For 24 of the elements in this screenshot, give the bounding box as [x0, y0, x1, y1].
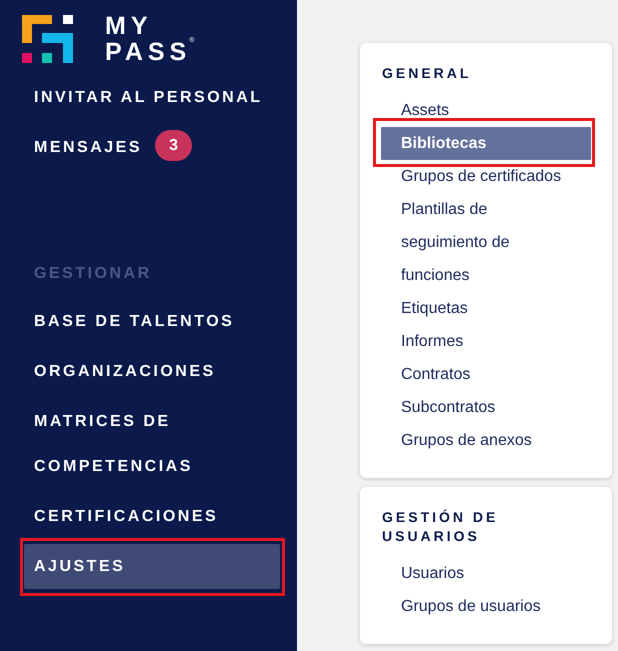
nav-item[interactable]: CERTIFICACIONES: [24, 494, 280, 539]
nav-item[interactable]: AJUSTES: [24, 544, 280, 589]
menu-item[interactable]: Subcontratos: [381, 391, 591, 424]
menu-item[interactable]: Usuarios: [381, 557, 591, 590]
menu-item[interactable]: Grupos de anexos: [381, 424, 591, 457]
menu-item[interactable]: Informes: [381, 325, 591, 358]
logo-wordmark: MY PASS$^{®}$: [105, 13, 194, 65]
menu-item[interactable]: Assets: [381, 94, 591, 127]
menu-item[interactable]: Contratos: [381, 358, 591, 391]
nav-item[interactable]: BASE DE TALENTOS: [24, 299, 280, 344]
section-heading: GESTIONAR: [33, 264, 153, 284]
menu-item[interactable]: Bibliotecas: [381, 127, 591, 160]
logo-icon: [22, 15, 73, 63]
menu-item[interactable]: Grupos de usuarios: [381, 590, 591, 623]
menu-item[interactable]: Grupos de certificados: [381, 160, 591, 193]
group-heading: GENERAL: [381, 64, 472, 83]
nav-item[interactable]: INVITAR AL PERSONAL: [24, 75, 280, 120]
nav-item[interactable]: MATRICES DE COMPETENCIAS: [24, 399, 280, 489]
nav-item[interactable]: MENSAJES 3: [24, 125, 280, 170]
group-heading: GESTIÓN DE USUARIOS: [381, 508, 500, 546]
count-badge: 3: [155, 130, 192, 162]
menu-item[interactable]: Plantillas de seguimiento de funciones: [381, 193, 591, 292]
nav-item[interactable]: ORGANIZACIONES: [24, 349, 280, 394]
menu-item[interactable]: Etiquetas: [381, 292, 591, 325]
